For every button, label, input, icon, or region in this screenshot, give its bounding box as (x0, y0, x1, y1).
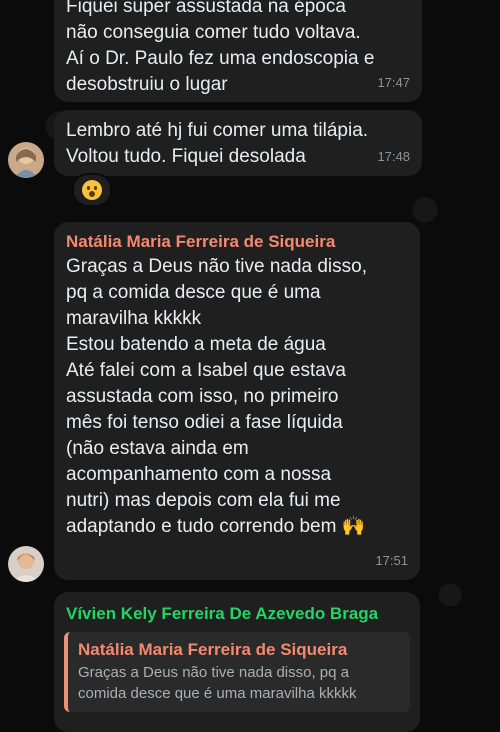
avatar[interactable] (8, 142, 44, 178)
message-time: 17:51 (375, 553, 408, 568)
message-text: Fiquei super assustada na época não cons… (66, 0, 375, 95)
sender-name[interactable]: Natália Maria Ferreira de Siqueira (66, 230, 408, 254)
quoted-sender-name: Natália Maria Ferreira de Siqueira (78, 640, 348, 659)
message-bubble[interactable]: Vívien Kely Ferreira De Azevedo Braga Na… (54, 592, 420, 732)
message-bubble[interactable]: Lembro até hj fui comer uma tilápia. Vol… (54, 110, 422, 176)
message-text: Lembro até hj fui comer uma tilápia. Vol… (66, 120, 369, 167)
astonished-face-emoji-icon (82, 180, 102, 200)
avatar[interactable] (8, 546, 44, 582)
message-reaction[interactable] (72, 173, 112, 207)
sender-name[interactable]: Vívien Kely Ferreira De Azevedo Braga (66, 602, 408, 626)
message-bubble[interactable]: Fiquei super assustada na época não cons… (54, 0, 422, 102)
message-text: Graças a Deus não tive nada disso, pq a … (66, 256, 368, 537)
message-time: 17:48 (377, 149, 410, 164)
quoted-message[interactable]: Natália Maria Ferreira de Siqueira Graça… (64, 632, 410, 712)
message-time: 17:47 (377, 75, 410, 90)
message-bubble[interactable]: Natália Maria Ferreira de Siqueira Graça… (54, 222, 420, 580)
quoted-text: Graças a Deus não tive nada disso, pq a … (78, 664, 357, 702)
